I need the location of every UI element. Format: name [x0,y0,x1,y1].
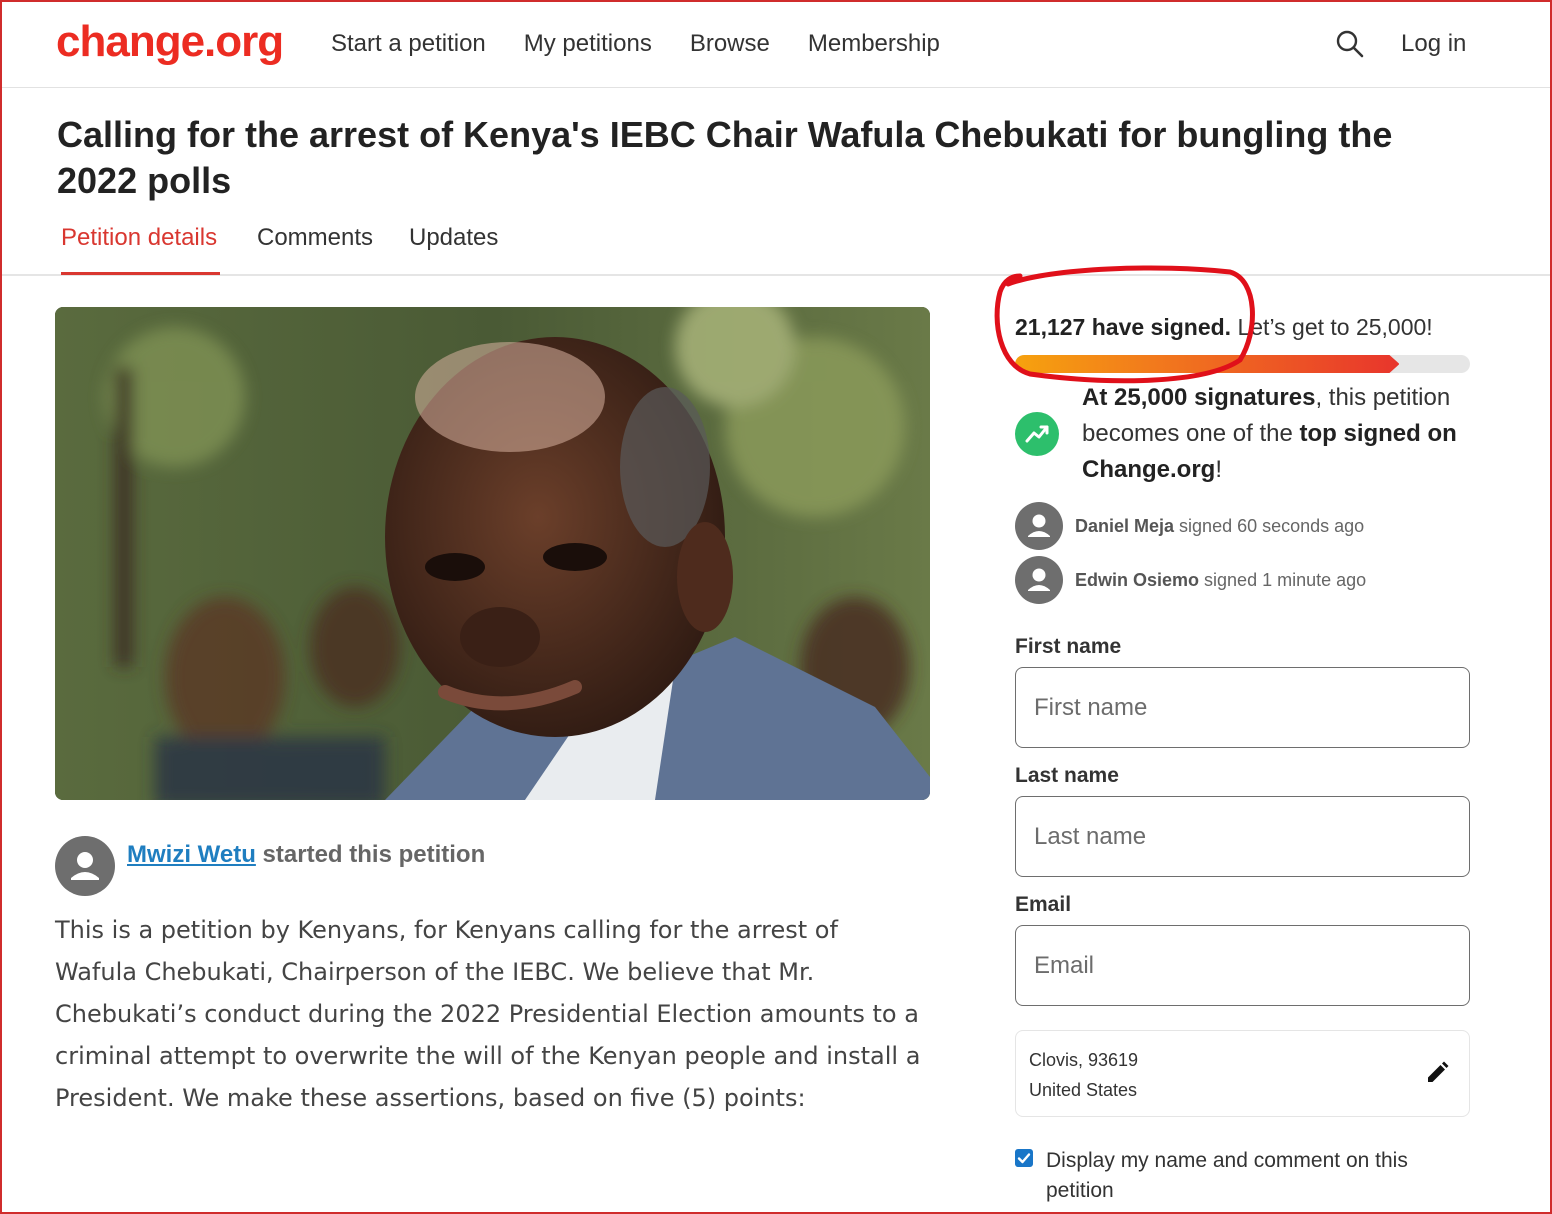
progress-fill [1015,355,1399,373]
petition-title: Calling for the arrest of Kenya's IEBC C… [57,114,1393,201]
pencil-edit-icon[interactable] [1424,1060,1450,1086]
last-name-field[interactable] [1015,796,1470,877]
nav-membership[interactable]: Membership [808,28,940,60]
trending-up-icon [1015,412,1059,456]
nav-my-petitions[interactable]: My petitions [524,28,652,60]
milestone-text-2: ! [1215,456,1223,483]
milestone-bold-1: At 25,000 signatures [1082,384,1316,411]
email-field[interactable] [1015,925,1470,1006]
petition-starter: Mwizi Wetu started this petition [127,840,485,870]
tab-comments[interactable]: Comments [257,222,373,254]
nav-start-petition[interactable]: Start a petition [331,28,486,60]
recent-signer-text: Daniel Meja signed 60 seconds ago [1075,514,1364,538]
login-link[interactable]: Log in [1401,28,1466,60]
location-box: Clovis, 93619 United States [1015,1030,1470,1117]
display-name-checkbox[interactable] [1015,1149,1033,1167]
recent-signer: Edwin Osiemo signed 1 minute ago [1015,556,1485,604]
location-country: United States [1029,1080,1138,1100]
signature-count: 21,127 have signed. Let’s get to 25,000! [1015,312,1433,342]
tab-updates[interactable]: Updates [409,222,498,254]
display-name-checkbox-label[interactable]: Display my name and comment on this peti… [1046,1146,1466,1206]
nav-browse[interactable]: Browse [690,28,770,60]
first-name-label: First name [1015,635,1122,658]
starter-suffix: started this petition [255,841,486,868]
starter-name-link[interactable]: Mwizi Wetu [127,841,256,868]
starter-avatar [55,836,115,896]
milestone-message: At 25,000 signatures, this petition beco… [1082,380,1477,488]
tab-petition-details[interactable]: Petition details [61,222,217,254]
signer-avatar [1015,556,1063,604]
search-icon[interactable] [1334,28,1366,60]
goal-text: Let’s get to 25,000! [1231,314,1433,340]
petition-body: This is a petition by Kenyans, for Kenya… [55,916,921,1112]
signature-progress-bar [1015,355,1470,373]
signer-name: Daniel Meja [1075,516,1175,536]
signed-count-text: 21,127 have signed. [1015,314,1232,340]
signer-name: Edwin Osiemo [1075,570,1200,590]
active-tab-indicator [61,272,220,275]
signer-action: signed 1 minute ago [1199,570,1367,590]
change-org-logo[interactable]: change.org [56,14,284,70]
email-label: Email [1015,893,1072,916]
main-nav: Start a petition My petitions Browse Mem… [331,28,940,60]
first-name-field[interactable] [1015,667,1470,748]
petition-photo [55,307,930,800]
last-name-label: Last name [1015,764,1119,787]
signer-action: signed 60 seconds ago [1174,516,1365,536]
recent-signer-text: Edwin Osiemo signed 1 minute ago [1075,568,1366,592]
petition-tabs: Petition details Comments Updates [0,220,1552,276]
location-city: Clovis, 93619 [1029,1050,1139,1070]
recent-signer: Daniel Meja signed 60 seconds ago [1015,502,1485,550]
site-header: change.org Start a petition My petitions… [0,0,1552,88]
signer-avatar [1015,502,1063,550]
